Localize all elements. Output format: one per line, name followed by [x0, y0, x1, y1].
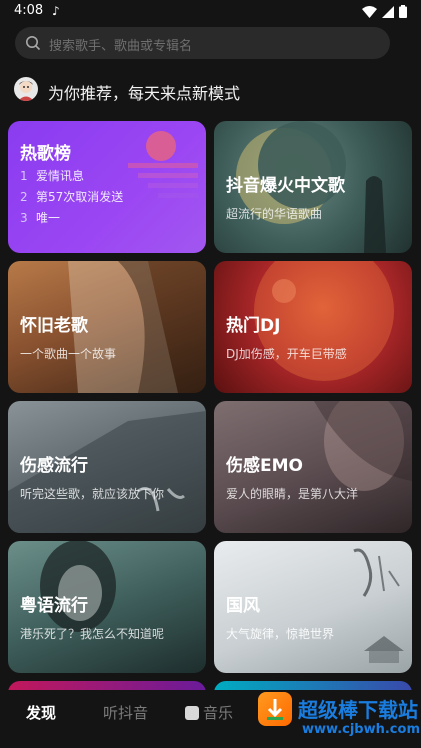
card-title: 粤语流行 — [20, 596, 88, 616]
list-item[interactable]: 1 爱情讯息 — [20, 167, 123, 188]
status-icons — [362, 5, 407, 18]
tab-music-label: 音乐 — [203, 704, 234, 722]
tab-music[interactable]: 音乐 — [185, 702, 233, 723]
tab-listen-douyin[interactable]: 听抖音 — [103, 702, 148, 723]
avatar-face-icon — [18, 81, 34, 101]
list-item[interactable]: 2 第57次取消发送 — [20, 188, 123, 209]
card-title: 热门DJ — [226, 316, 281, 336]
card-title: 怀旧老歌 — [20, 316, 88, 336]
signal-icon — [382, 5, 394, 18]
watermark-logo-icon — [258, 692, 292, 726]
card-title: 国风 — [226, 596, 260, 616]
watermark-url: www.cjbwh.com — [302, 722, 420, 737]
card-sad-emo[interactable]: 伤感EMO 爱人的眼睛，是第八大洋 — [214, 401, 412, 533]
hot-song-list: 1 爱情讯息 2 第57次取消发送 3 唯一 — [20, 167, 123, 230]
status-bar: 4:08 ♪ — [0, 0, 421, 24]
card-nostalgic[interactable]: 怀旧老歌 一个歌曲一个故事 — [8, 261, 206, 393]
card-title: 热歌榜 — [20, 144, 71, 164]
card-subtitle: 一个歌曲一个故事 — [20, 347, 117, 361]
status-time: 4:08 — [14, 3, 44, 18]
tab-discover[interactable]: 发现 — [26, 702, 56, 723]
card-hot-dj[interactable]: 热门DJ DJ加伤感，开车巨带感 — [214, 261, 412, 393]
card-subtitle: 听完这些歌，就应该放下你 — [20, 487, 165, 501]
avatar[interactable] — [14, 77, 38, 101]
list-item[interactable]: 3 唯一 — [20, 209, 123, 230]
recommend-text: 为你推荐，每天来点新模式 — [48, 84, 241, 103]
card-subtitle: DJ加伤感，开车巨带感 — [226, 347, 347, 361]
card-subtitle: 爱人的眼睛，是第八大洋 — [226, 487, 359, 501]
battery-icon — [399, 5, 407, 18]
watermark-name: 超级棒下载站 — [298, 698, 418, 722]
card-sad-pop[interactable]: 伤感流行 听完这些歌，就应该放下你 — [8, 401, 206, 533]
card-title: 伤感流行 — [20, 456, 88, 476]
search-input[interactable]: 搜索歌手、歌曲或专辑名 — [15, 27, 390, 59]
decor-bars — [128, 163, 198, 198]
wifi-icon — [362, 5, 377, 18]
search-icon — [26, 36, 41, 51]
music-note-icon: ♪ — [52, 4, 60, 18]
decor-circle — [146, 131, 176, 161]
watermark: 超级棒下载站 www.cjbwh.com — [250, 688, 421, 748]
search-placeholder: 搜索歌手、歌曲或专辑名 — [49, 39, 193, 54]
card-title: 伤感EMO — [226, 456, 303, 476]
card-cantonese-pop[interactable]: 粤语流行 港乐死了？我怎么不知道呢 — [8, 541, 206, 673]
card-title: 抖音爆火中文歌 — [226, 176, 345, 196]
card-subtitle: 大气旋律，惊艳世界 — [226, 627, 335, 641]
card-douyin-chinese[interactable]: 抖音爆火中文歌 超流行的华语歌曲 — [214, 121, 412, 253]
music-app-icon — [185, 706, 199, 720]
card-subtitle: 超流行的华语歌曲 — [226, 207, 323, 221]
card-guofeng[interactable]: 国风 大气旋律，惊艳世界 — [214, 541, 412, 673]
card-subtitle: 港乐死了？我怎么不知道呢 — [20, 627, 165, 641]
card-hot-songs[interactable]: 热歌榜 1 爱情讯息 2 第57次取消发送 3 唯一 — [8, 121, 206, 253]
